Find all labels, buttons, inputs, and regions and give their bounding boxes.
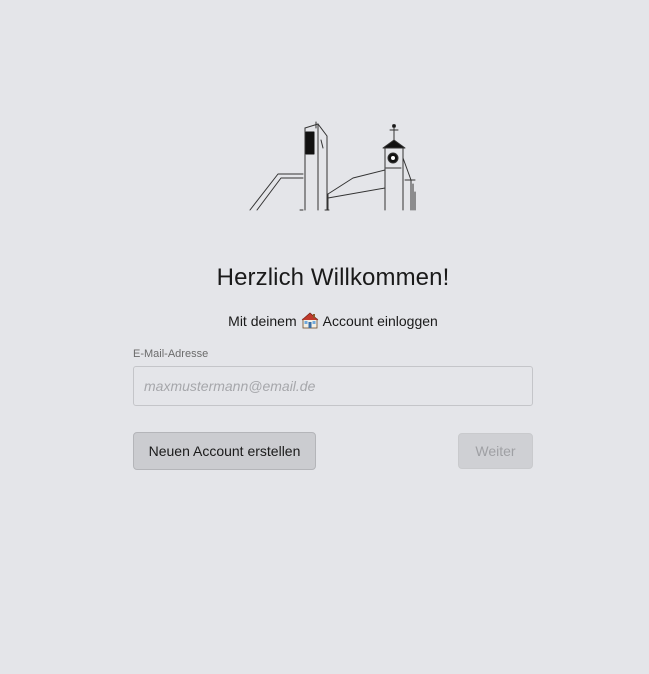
email-field[interactable]: [133, 366, 533, 406]
create-account-button[interactable]: Neuen Account erstellen: [133, 432, 316, 470]
subtitle-prefix: Mit deinem: [228, 312, 297, 329]
church-sketch-icon: [249, 121, 416, 211]
subtitle-suffix: Account einloggen: [322, 312, 438, 329]
login-subtitle: Mit deinem Account einloggen: [0, 312, 649, 329]
house-icon: [301, 312, 318, 329]
email-field-label: E-Mail-Adresse: [133, 348, 209, 360]
next-button[interactable]: Weiter: [458, 433, 533, 469]
page-title: Herzlich Willkommen!: [216, 264, 450, 291]
login-page: Herzlich Willkommen! Mit deinem Account …: [0, 0, 649, 674]
